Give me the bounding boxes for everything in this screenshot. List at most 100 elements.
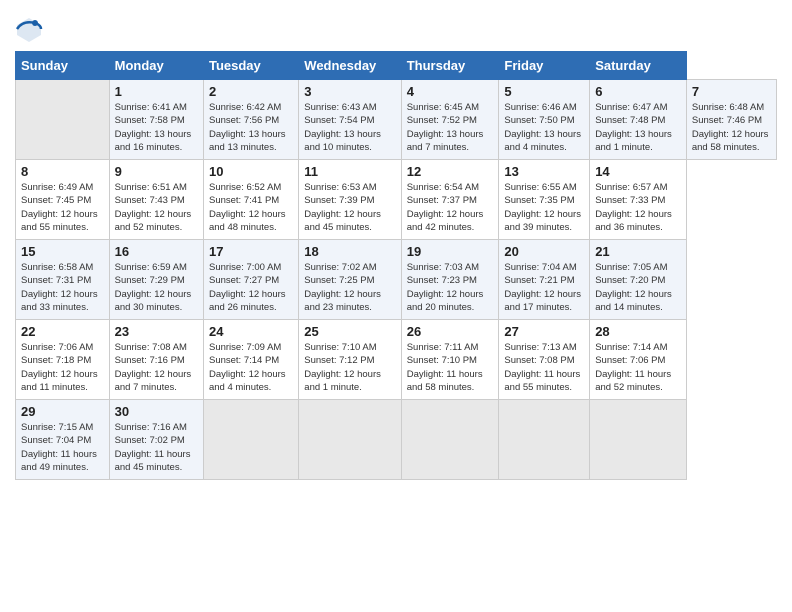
calendar-cell: 5 Sunrise: 6:46 AMSunset: 7:50 PMDaylight…: [499, 80, 590, 160]
day-number: 29: [21, 404, 104, 419]
calendar-cell: 1 Sunrise: 6:41 AMSunset: 7:58 PMDaylight…: [109, 80, 203, 160]
day-number: 16: [115, 244, 198, 259]
calendar-cell: [203, 400, 298, 480]
weekday-header-saturday: Saturday: [590, 52, 687, 80]
day-number: 15: [21, 244, 104, 259]
day-info: Sunrise: 6:42 AMSunset: 7:56 PMDaylight:…: [209, 101, 293, 154]
day-number: 7: [692, 84, 771, 99]
calendar-cell: 12 Sunrise: 6:54 AMSunset: 7:37 PMDayligh…: [401, 160, 499, 240]
day-number: 8: [21, 164, 104, 179]
day-info: Sunrise: 7:04 AMSunset: 7:21 PMDaylight:…: [504, 261, 584, 314]
calendar-cell: 11 Sunrise: 6:53 AMSunset: 7:39 PMDayligh…: [299, 160, 401, 240]
calendar-cell: 15 Sunrise: 6:58 AMSunset: 7:31 PMDayligh…: [16, 240, 110, 320]
day-number: 28: [595, 324, 681, 339]
calendar-cell: [16, 80, 110, 160]
calendar-cell: 17 Sunrise: 7:00 AMSunset: 7:27 PMDayligh…: [203, 240, 298, 320]
day-number: 11: [304, 164, 395, 179]
calendar-cell: 14 Sunrise: 6:57 AMSunset: 7:33 PMDayligh…: [590, 160, 687, 240]
calendar-cell: [590, 400, 687, 480]
day-info: Sunrise: 6:47 AMSunset: 7:48 PMDaylight:…: [595, 101, 681, 154]
day-info: Sunrise: 7:15 AMSunset: 7:04 PMDaylight:…: [21, 421, 104, 474]
weekday-header-tuesday: Tuesday: [203, 52, 298, 80]
day-info: Sunrise: 7:06 AMSunset: 7:18 PMDaylight:…: [21, 341, 104, 394]
day-number: 14: [595, 164, 681, 179]
calendar-cell: 7 Sunrise: 6:48 AMSunset: 7:46 PMDaylight…: [686, 80, 776, 160]
weekday-header-friday: Friday: [499, 52, 590, 80]
day-number: 5: [504, 84, 584, 99]
day-number: 23: [115, 324, 198, 339]
calendar-cell: 20 Sunrise: 7:04 AMSunset: 7:21 PMDayligh…: [499, 240, 590, 320]
day-number: 9: [115, 164, 198, 179]
calendar-cell: [299, 400, 401, 480]
day-info: Sunrise: 6:53 AMSunset: 7:39 PMDaylight:…: [304, 181, 395, 234]
calendar-cell: [499, 400, 590, 480]
day-info: Sunrise: 6:51 AMSunset: 7:43 PMDaylight:…: [115, 181, 198, 234]
day-info: Sunrise: 6:43 AMSunset: 7:54 PMDaylight:…: [304, 101, 395, 154]
day-info: Sunrise: 6:41 AMSunset: 7:58 PMDaylight:…: [115, 101, 198, 154]
calendar-cell: 22 Sunrise: 7:06 AMSunset: 7:18 PMDayligh…: [16, 320, 110, 400]
calendar-table: SundayMondayTuesdayWednesdayThursdayFrid…: [15, 51, 777, 480]
calendar-cell: 29 Sunrise: 7:15 AMSunset: 7:04 PMDayligh…: [16, 400, 110, 480]
day-info: Sunrise: 6:48 AMSunset: 7:46 PMDaylight:…: [692, 101, 771, 154]
day-info: Sunrise: 6:58 AMSunset: 7:31 PMDaylight:…: [21, 261, 104, 314]
day-info: Sunrise: 7:02 AMSunset: 7:25 PMDaylight:…: [304, 261, 395, 314]
day-number: 17: [209, 244, 293, 259]
calendar-cell: 19 Sunrise: 7:03 AMSunset: 7:23 PMDayligh…: [401, 240, 499, 320]
day-number: 13: [504, 164, 584, 179]
day-number: 12: [407, 164, 494, 179]
calendar-cell: 18 Sunrise: 7:02 AMSunset: 7:25 PMDayligh…: [299, 240, 401, 320]
calendar-cell: 28 Sunrise: 7:14 AMSunset: 7:06 PMDayligh…: [590, 320, 687, 400]
weekday-header-monday: Monday: [109, 52, 203, 80]
day-number: 1: [115, 84, 198, 99]
day-number: 24: [209, 324, 293, 339]
calendar-cell: 4 Sunrise: 6:45 AMSunset: 7:52 PMDaylight…: [401, 80, 499, 160]
logo: [15, 15, 48, 43]
day-number: 27: [504, 324, 584, 339]
day-number: 21: [595, 244, 681, 259]
weekday-header-thursday: Thursday: [401, 52, 499, 80]
day-info: Sunrise: 6:59 AMSunset: 7:29 PMDaylight:…: [115, 261, 198, 314]
day-number: 4: [407, 84, 494, 99]
day-info: Sunrise: 6:45 AMSunset: 7:52 PMDaylight:…: [407, 101, 494, 154]
day-info: Sunrise: 7:03 AMSunset: 7:23 PMDaylight:…: [407, 261, 494, 314]
calendar-cell: 24 Sunrise: 7:09 AMSunset: 7:14 PMDayligh…: [203, 320, 298, 400]
day-info: Sunrise: 6:55 AMSunset: 7:35 PMDaylight:…: [504, 181, 584, 234]
day-info: Sunrise: 7:13 AMSunset: 7:08 PMDaylight:…: [504, 341, 584, 394]
logo-icon: [15, 15, 43, 43]
day-number: 20: [504, 244, 584, 259]
day-info: Sunrise: 6:54 AMSunset: 7:37 PMDaylight:…: [407, 181, 494, 234]
day-number: 25: [304, 324, 395, 339]
weekday-header-sunday: Sunday: [16, 52, 110, 80]
day-info: Sunrise: 7:14 AMSunset: 7:06 PMDaylight:…: [595, 341, 681, 394]
day-info: Sunrise: 7:05 AMSunset: 7:20 PMDaylight:…: [595, 261, 681, 314]
day-info: Sunrise: 7:16 AMSunset: 7:02 PMDaylight:…: [115, 421, 198, 474]
day-info: Sunrise: 6:57 AMSunset: 7:33 PMDaylight:…: [595, 181, 681, 234]
day-number: 30: [115, 404, 198, 419]
day-number: 3: [304, 84, 395, 99]
calendar-cell: [401, 400, 499, 480]
calendar-cell: 23 Sunrise: 7:08 AMSunset: 7:16 PMDayligh…: [109, 320, 203, 400]
day-number: 26: [407, 324, 494, 339]
day-info: Sunrise: 7:11 AMSunset: 7:10 PMDaylight:…: [407, 341, 494, 394]
calendar-cell: 3 Sunrise: 6:43 AMSunset: 7:54 PMDaylight…: [299, 80, 401, 160]
day-number: 18: [304, 244, 395, 259]
calendar-cell: 21 Sunrise: 7:05 AMSunset: 7:20 PMDayligh…: [590, 240, 687, 320]
calendar-cell: 26 Sunrise: 7:11 AMSunset: 7:10 PMDayligh…: [401, 320, 499, 400]
day-number: 19: [407, 244, 494, 259]
calendar-cell: 30 Sunrise: 7:16 AMSunset: 7:02 PMDayligh…: [109, 400, 203, 480]
day-number: 22: [21, 324, 104, 339]
day-number: 10: [209, 164, 293, 179]
day-info: Sunrise: 7:00 AMSunset: 7:27 PMDaylight:…: [209, 261, 293, 314]
weekday-header-wednesday: Wednesday: [299, 52, 401, 80]
calendar-cell: 13 Sunrise: 6:55 AMSunset: 7:35 PMDayligh…: [499, 160, 590, 240]
calendar-cell: 25 Sunrise: 7:10 AMSunset: 7:12 PMDayligh…: [299, 320, 401, 400]
day-info: Sunrise: 7:10 AMSunset: 7:12 PMDaylight:…: [304, 341, 395, 394]
day-info: Sunrise: 7:09 AMSunset: 7:14 PMDaylight:…: [209, 341, 293, 394]
calendar-cell: 8 Sunrise: 6:49 AMSunset: 7:45 PMDaylight…: [16, 160, 110, 240]
day-info: Sunrise: 6:49 AMSunset: 7:45 PMDaylight:…: [21, 181, 104, 234]
day-info: Sunrise: 6:46 AMSunset: 7:50 PMDaylight:…: [504, 101, 584, 154]
calendar-cell: 6Sunrise: 6:47 AMSunset: 7:48 PMDaylight…: [590, 80, 687, 160]
calendar-cell: 2Sunrise: 6:42 AMSunset: 7:56 PMDaylight…: [203, 80, 298, 160]
day-info: Sunrise: 7:08 AMSunset: 7:16 PMDaylight:…: [115, 341, 198, 394]
calendar-cell: 16 Sunrise: 6:59 AMSunset: 7:29 PMDayligh…: [109, 240, 203, 320]
